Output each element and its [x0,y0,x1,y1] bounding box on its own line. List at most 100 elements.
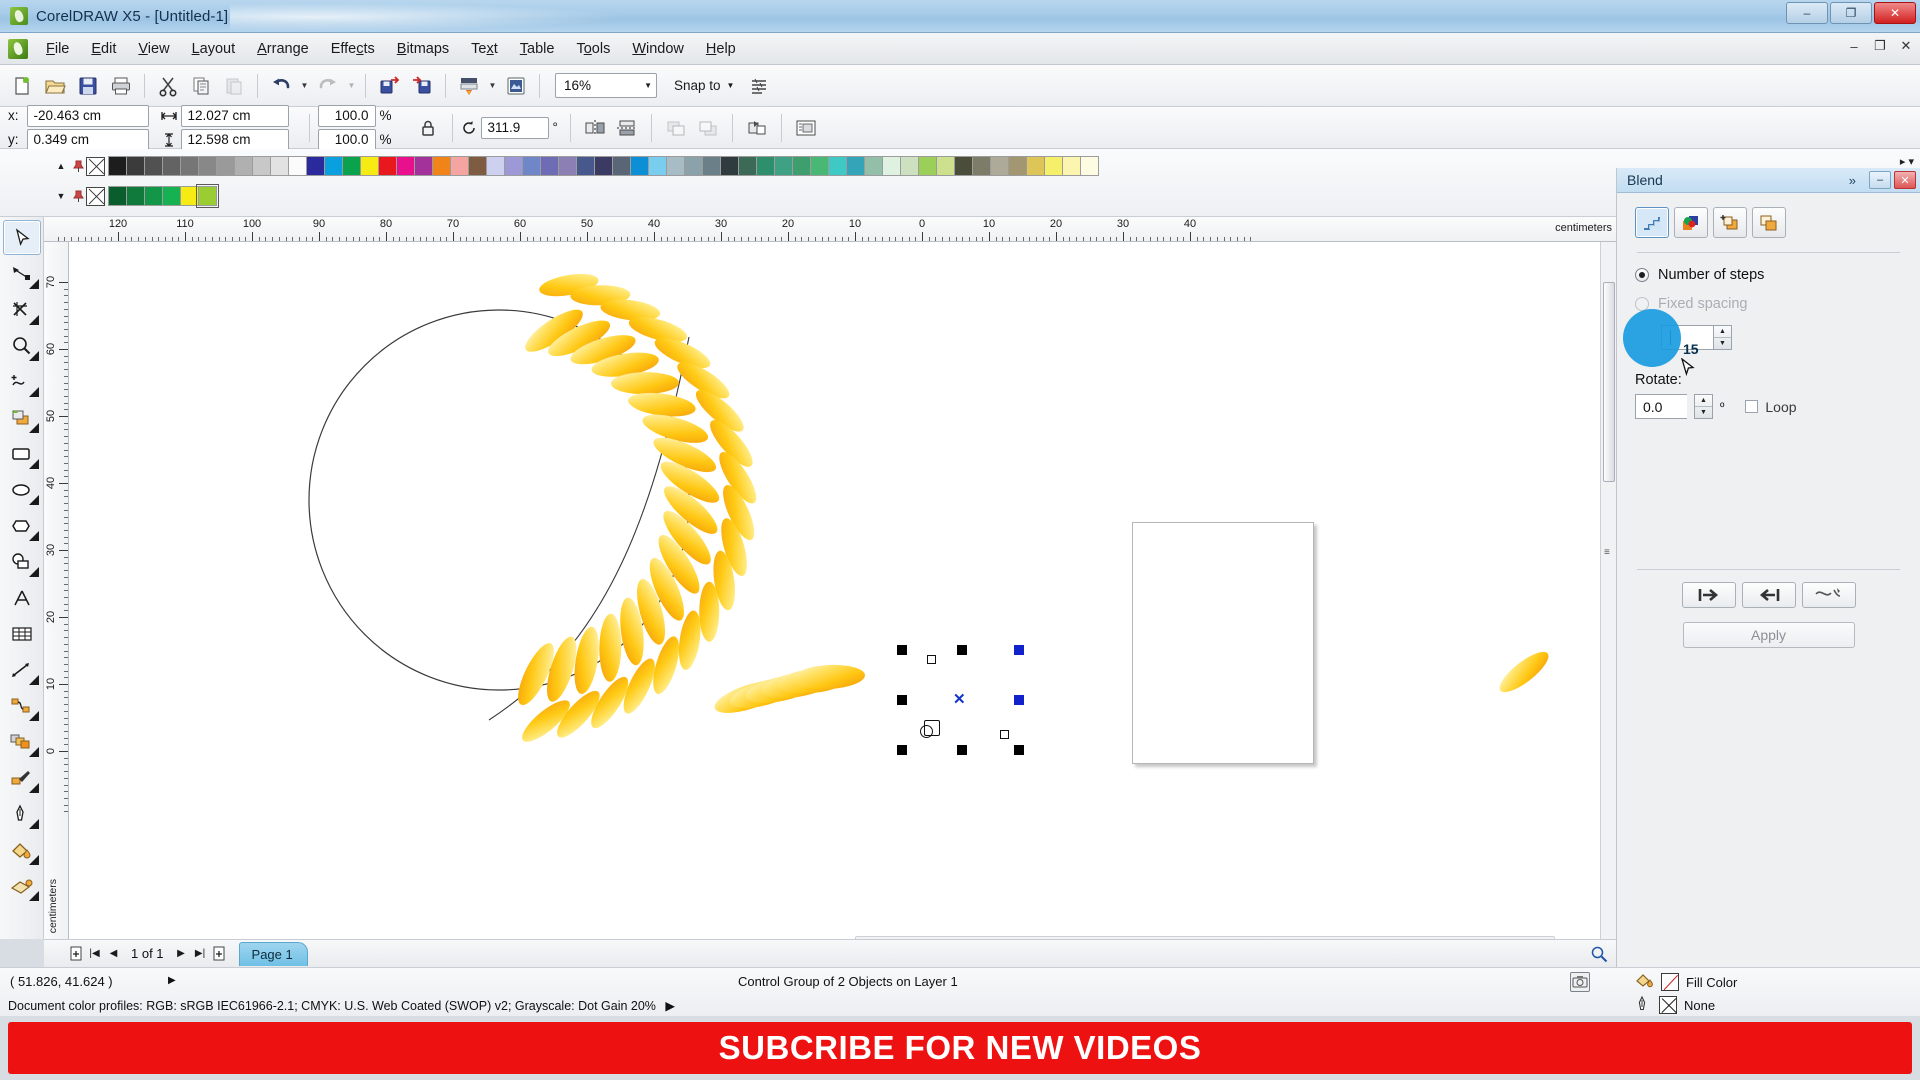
color-swatch[interactable] [198,156,217,176]
color-swatch[interactable] [126,156,145,176]
page-tab-page1[interactable]: Page 1 [238,941,308,966]
basic-shapes-tool[interactable] [3,544,41,579]
scale-vertical-field[interactable]: 100.0 [317,128,376,151]
docker-minimize-button[interactable]: – [1869,171,1891,189]
vertical-scrollbar-thumb[interactable] [1603,282,1615,482]
maximize-button[interactable]: ❐ [1830,2,1872,24]
fill-color-swatch[interactable] [1661,973,1679,991]
blend-misc-mode-icon[interactable] [1752,207,1786,238]
import-icon[interactable] [373,70,405,102]
steps-spinner-buttons[interactable]: ▲ ▼ [1713,325,1732,350]
outline-color-swatch[interactable] [1659,996,1677,1014]
number-of-steps-option[interactable]: Number of steps [1635,267,1902,283]
new-document-icon[interactable] [6,70,38,102]
connector-tool[interactable] [3,688,41,723]
object-height-field[interactable]: 12.598 cm [180,128,289,151]
palette-pin-icon-2[interactable] [70,187,86,205]
color-swatch[interactable] [486,156,505,176]
to-back-icon[interactable] [692,113,724,143]
color-swatch[interactable] [810,156,829,176]
color-swatch[interactable] [234,156,253,176]
vertical-scrollbar[interactable]: ≡ [1600,242,1616,939]
undo-dropdown-arrow[interactable]: ▼ [298,70,311,102]
interactive-fill-tool[interactable] [3,868,41,903]
blend-node-handle-end[interactable] [1014,695,1024,705]
color-swatch[interactable] [738,156,757,176]
outline-tool[interactable] [3,796,41,831]
blend-color-mode-icon[interactable] [1674,207,1708,238]
add-page-end-button[interactable] [210,944,229,963]
steps-decrement-icon[interactable]: ▼ [1714,337,1731,349]
undo-icon[interactable] [265,70,297,102]
menu-item-table[interactable]: Table [509,37,566,61]
wrap-paragraph-text-icon[interactable] [790,113,822,143]
color-swatch[interactable] [432,156,451,176]
menu-item-bitmaps[interactable]: Bitmaps [386,37,460,61]
menu-item-view[interactable]: View [127,37,180,61]
color-swatch[interactable] [1026,156,1045,176]
blend-end-node[interactable] [1000,730,1009,739]
fill-tool[interactable] [3,832,41,867]
doc-restore-button[interactable]: ❐ [1872,38,1888,54]
color-swatch[interactable] [882,156,901,176]
next-page-button[interactable]: ▶ [172,944,191,963]
application-launcher-icon[interactable] [453,70,485,102]
x-position-field[interactable]: -20.463 cm [26,104,149,127]
color-swatch[interactable] [972,156,991,176]
color-swatch[interactable] [180,156,199,176]
selection-handle-bm[interactable] [957,745,967,755]
color-swatch[interactable] [774,156,793,176]
last-page-button[interactable]: ▶| [191,944,210,963]
color-swatch[interactable] [900,156,919,176]
color-swatch[interactable] [612,156,631,176]
selection-handle-tm[interactable] [957,645,967,655]
smart-fill-tool[interactable] [3,400,41,435]
docker-expand-chevron-icon[interactable]: » [1849,173,1856,188]
polygon-tool[interactable] [3,508,41,543]
color-swatch[interactable] [666,156,685,176]
color-swatch[interactable] [196,184,219,208]
color-swatch[interactable] [414,156,433,176]
paste-icon[interactable] [218,70,250,102]
color-swatch[interactable] [846,156,865,176]
blend-node-handle-start[interactable] [1014,645,1024,655]
vertical-ruler[interactable]: centimeters 70 60 50 40 30 20 10 0 [44,242,69,939]
open-document-icon[interactable] [39,70,71,102]
scale-horizontal-field[interactable]: 100.0 [317,104,376,127]
color-swatch[interactable] [1080,156,1099,176]
color-swatch[interactable] [108,186,127,206]
color-swatch[interactable] [648,156,667,176]
rotate-spinner-buttons[interactable]: ▲ ▼ [1694,394,1713,419]
color-swatch[interactable] [144,156,163,176]
launcher-dropdown-arrow[interactable]: ▼ [486,70,499,102]
rectangle-tool[interactable] [3,436,41,471]
rotation-angle-field[interactable]: 311.9 [480,116,549,139]
pick-tool[interactable] [2,220,41,255]
menu-item-text[interactable]: Text [460,37,509,61]
menu-item-help[interactable]: Help [695,37,747,61]
steps-spinner[interactable]: 15 ▲ ▼ [1623,309,1902,377]
color-swatch[interactable] [306,156,325,176]
redo-icon[interactable] [312,70,344,102]
color-swatch[interactable] [288,156,307,176]
color-swatch[interactable] [630,156,649,176]
drawing-canvas[interactable]: ✕ [69,242,1600,939]
selection-handle-bl[interactable] [897,745,907,755]
color-swatch[interactable] [954,156,973,176]
color-swatch[interactable] [1008,156,1027,176]
color-swatch[interactable] [144,186,163,206]
color-swatch[interactable] [162,186,181,206]
menu-item-layout[interactable]: Layout [181,37,247,61]
palette-scroll-up-icon[interactable]: ▲ [52,156,70,176]
crop-tool[interactable] [3,292,41,327]
rotate-increment-icon[interactable]: ▲ [1695,395,1712,406]
color-swatch[interactable] [342,156,361,176]
color-swatch[interactable] [594,156,613,176]
redo-dropdown-arrow[interactable]: ▼ [345,70,358,102]
minimize-button[interactable]: – [1786,2,1828,24]
to-front-icon[interactable] [660,113,692,143]
menu-item-edit[interactable]: Edit [80,37,127,61]
text-tool[interactable] [3,580,41,615]
copy-icon[interactable] [185,70,217,102]
menu-item-window[interactable]: Window [621,37,695,61]
